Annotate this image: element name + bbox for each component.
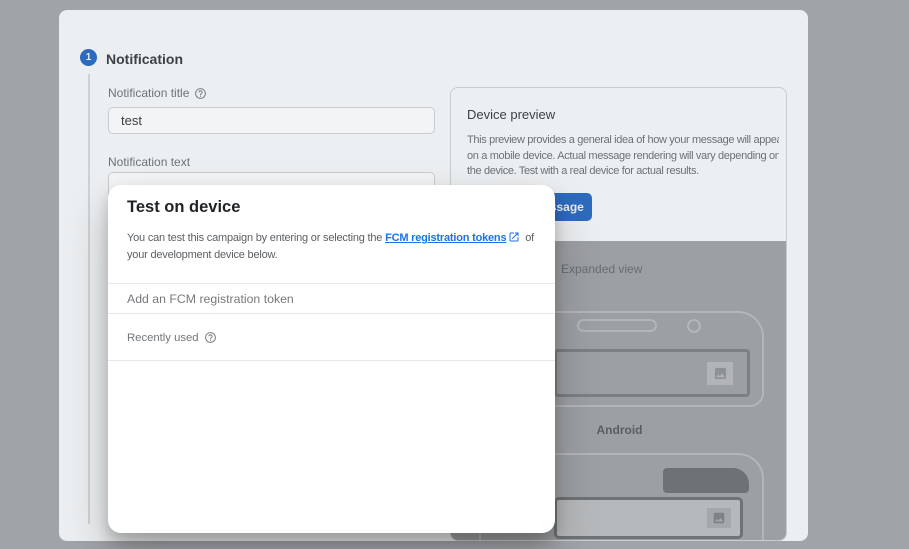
phone-speaker <box>577 319 657 332</box>
open-in-new-icon <box>509 232 519 242</box>
intro-text-before: You can test this campaign by entering o… <box>127 232 386 244</box>
tab-expanded-view[interactable]: Expanded view <box>561 262 642 276</box>
notification-text-label-text: Notification text <box>108 155 191 169</box>
device-preview-title: Device preview <box>467 107 556 122</box>
image-placeholder-icon <box>707 362 733 385</box>
notification-text-label: Notification text <box>108 155 190 169</box>
device-preview-description-line: on a mobile device. Actual message rende… <box>467 149 779 162</box>
notification-title-label-text: Notification title <box>108 86 190 100</box>
fcm-token-input[interactable] <box>127 284 537 313</box>
dialog-title: Test on device <box>127 198 241 216</box>
phone-camera <box>687 319 701 333</box>
image-placeholder-icon <box>707 508 731 528</box>
step-title: Notification <box>106 51 183 67</box>
fcm-registration-tokens-link[interactable]: FCM registration tokens <box>385 232 507 244</box>
help-icon[interactable] <box>194 87 207 100</box>
recently-used-label: Recently used <box>127 331 217 344</box>
notification-title-input[interactable] <box>108 107 435 134</box>
notification-preview-card <box>554 349 750 397</box>
phone-status-area <box>663 468 749 493</box>
divider <box>108 313 555 314</box>
stepper-line <box>88 74 90 524</box>
step-number-badge: 1 <box>80 49 97 66</box>
device-preview-description-line: This preview provides a general idea of … <box>467 134 779 146</box>
device-preview-description-line: the device. Test with a real device for … <box>467 165 699 177</box>
device-preview-description: This preview provides a general idea of … <box>467 133 779 180</box>
help-icon[interactable] <box>204 331 217 344</box>
dialog-intro-text: You can test this campaign by entering o… <box>127 230 541 263</box>
notification-title-label: Notification title <box>108 86 207 100</box>
recently-used-label-text: Recently used <box>127 331 199 344</box>
notification-preview-card <box>554 497 743 539</box>
test-on-device-dialog: Test on device You can test this campaig… <box>108 185 555 533</box>
divider <box>108 360 555 361</box>
